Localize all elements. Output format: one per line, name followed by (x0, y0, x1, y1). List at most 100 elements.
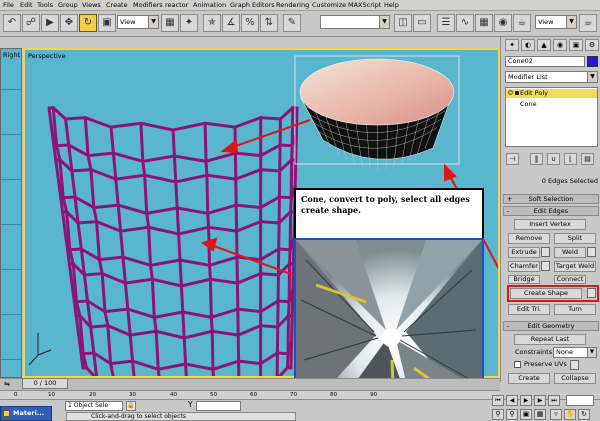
select-manipulate-icon[interactable]: ✦ (180, 14, 198, 32)
repeat-last-button[interactable]: Repeat Last (514, 334, 586, 345)
remove-modifier-icon[interactable]: ⌊ (564, 153, 577, 165)
remove-button[interactable]: Remove (508, 233, 550, 244)
zoom-extents-all-icon[interactable]: ▦ (534, 409, 546, 420)
motion-tab-icon[interactable]: ◉ (553, 39, 567, 51)
create-tab-icon[interactable]: ✦ (505, 39, 519, 51)
lightbulb-icon[interactable] (508, 90, 513, 95)
edit-edges-rollout[interactable]: - Edit Edges (503, 206, 599, 216)
previous-frame-icon[interactable]: ◀ (506, 395, 518, 406)
render-view-dropdown[interactable]: View ▼ (535, 15, 577, 29)
object-name-field[interactable]: Cone02 (505, 56, 585, 67)
split-button[interactable]: Split (554, 233, 596, 244)
weld-settings-icon[interactable] (587, 247, 596, 257)
render-scene-icon[interactable]: ☕ (513, 14, 531, 32)
edit-geometry-rollout[interactable]: - Edit Geometry (503, 321, 599, 331)
percent-snap-icon[interactable]: % (241, 14, 259, 32)
zoom-extents-icon[interactable]: ▣ (520, 409, 532, 420)
menu-create[interactable]: Create (106, 1, 128, 10)
expand-toggle-icon[interactable] (515, 91, 519, 95)
align-icon[interactable]: ▭ (413, 14, 431, 32)
menu-views[interactable]: Views (82, 1, 101, 10)
zoom-icon[interactable]: ⚲ (492, 409, 504, 420)
menu-modifiers[interactable]: Modifiers (133, 1, 163, 10)
zoom-all-icon[interactable]: ⚲ (506, 409, 518, 420)
current-frame-field[interactable] (566, 395, 594, 406)
go-to-end-icon[interactable]: ⏭ (548, 395, 560, 406)
stack-item-cone[interactable]: Cone (520, 100, 537, 109)
bridge-button[interactable]: Bridge (508, 275, 540, 284)
object-color-swatch[interactable] (587, 56, 598, 67)
undo-icon[interactable]: ↶ (3, 14, 21, 32)
select-object-icon[interactable]: ▶ (41, 14, 59, 32)
orbit-icon[interactable]: ↻ (578, 409, 590, 420)
reference-coordinate-dropdown[interactable]: View ▼ (117, 15, 159, 29)
display-tab-icon[interactable]: ▣ (569, 39, 583, 51)
modify-tab-icon[interactable]: ◐ (521, 39, 535, 51)
named-selection-icon[interactable]: ✎ (283, 14, 301, 32)
menu-tools[interactable]: Tools (37, 1, 53, 10)
quick-render-icon[interactable]: ☕ (579, 14, 597, 32)
menu-animation[interactable]: Animation (193, 1, 226, 10)
preserve-uvs-settings-icon[interactable] (570, 360, 579, 370)
right-viewport-label[interactable]: Right (3, 51, 20, 59)
scale-icon[interactable]: ▣ (98, 14, 116, 32)
play-icon[interactable]: ▶ (520, 395, 532, 406)
mini-curve-editor-icon[interactable]: ⇋ (4, 380, 18, 388)
collapse-button[interactable]: Collapse (554, 373, 596, 384)
connect-button[interactable]: Connect (554, 275, 586, 284)
menu-help[interactable]: Help (384, 1, 399, 10)
menu-file[interactable]: File (3, 1, 14, 10)
create-button[interactable]: Create (508, 373, 550, 384)
next-frame-icon[interactable]: ▶ (534, 395, 546, 406)
layer-manager-icon[interactable]: ☰ (437, 14, 455, 32)
menu-graph-editors[interactable]: Graph Editors (230, 1, 275, 10)
extrude-settings-icon[interactable] (541, 247, 550, 257)
extrude-button[interactable]: Extrude (508, 247, 540, 258)
pivot-icon[interactable]: ▦ (161, 14, 179, 32)
insert-vertex-button[interactable]: Insert Vertex (514, 219, 586, 230)
target-weld-button[interactable]: Target Weld (554, 261, 596, 272)
weld-button[interactable]: Weld (554, 247, 586, 258)
chamfer-settings-icon[interactable] (541, 261, 550, 271)
show-end-result-icon[interactable]: ‖ (530, 153, 543, 165)
configure-modifier-sets-icon[interactable]: ▤ (581, 153, 594, 165)
time-slider-thumb[interactable]: 0 / 100 (22, 378, 68, 389)
constraints-dropdown[interactable]: None ▼ (553, 347, 597, 358)
menu-edit[interactable]: Edit (20, 1, 33, 10)
rotate-icon[interactable]: ↻ (79, 14, 97, 32)
edit-tri-button[interactable]: Edit Tri. (508, 304, 550, 315)
go-to-start-icon[interactable]: ⏮ (492, 395, 504, 406)
move-icon[interactable]: ✥ (60, 14, 78, 32)
taskbar-material-editor[interactable]: Materi... (0, 406, 52, 421)
right-viewport[interactable]: Right (0, 48, 22, 378)
angle-snap-icon[interactable]: ∡ (222, 14, 240, 32)
link-icon[interactable]: ☍ (22, 14, 40, 32)
mirror-icon[interactable]: ◫ (394, 14, 412, 32)
menu-maxscript[interactable]: MAXScript (348, 1, 381, 10)
time-slider-track[interactable] (0, 378, 500, 390)
track-bar[interactable]: 0 10 20 30 40 50 60 70 80 90 (0, 390, 500, 399)
stack-item-edit-poly[interactable]: Edit Poly (506, 89, 597, 98)
schematic-view-icon[interactable]: ▦ (475, 14, 493, 32)
menu-rendering[interactable]: Rendering (276, 1, 309, 10)
material-editor-icon[interactable]: ◉ (494, 14, 512, 32)
menu-reactor[interactable]: reactor (165, 1, 188, 10)
menu-group[interactable]: Group (58, 1, 78, 10)
pan-icon[interactable]: ✋ (564, 409, 576, 420)
curve-editor-icon[interactable]: ∿ (456, 14, 474, 32)
soft-selection-rollout[interactable]: + Soft Selection (503, 194, 599, 204)
hierarchy-tab-icon[interactable]: ▲ (537, 39, 551, 51)
lock-selection-icon[interactable]: 🔒 (126, 401, 136, 411)
field-of-view-icon[interactable]: ▿ (550, 409, 562, 420)
snap-3d-icon[interactable]: ✯ (203, 14, 221, 32)
preserve-uvs-checkbox[interactable] (514, 361, 521, 368)
pin-stack-icon[interactable]: ⊣ (506, 153, 519, 165)
chamfer-button[interactable]: Chamfer (508, 261, 540, 272)
turn-button[interactable]: Turn (554, 304, 596, 315)
make-unique-icon[interactable]: ∪ (547, 153, 560, 165)
modifier-list-dropdown[interactable]: Modifier List ▼ (505, 71, 598, 83)
named-selection-dropdown[interactable]: ▼ (320, 15, 390, 29)
menu-customize[interactable]: Customize (312, 1, 346, 10)
y-coordinate-field[interactable] (196, 401, 241, 411)
spinner-snap-icon[interactable]: ⇅ (260, 14, 278, 32)
